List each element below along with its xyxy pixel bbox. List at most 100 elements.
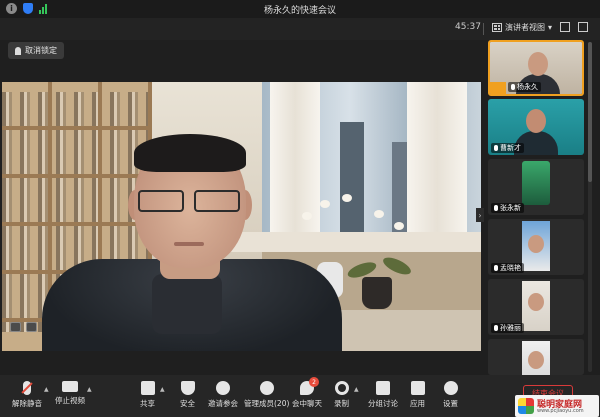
mic-icon xyxy=(494,325,498,331)
meeting-title: 杨永久的快速会议 xyxy=(263,5,336,16)
orchid-flower xyxy=(342,194,352,202)
participant-face xyxy=(528,235,544,253)
manage-members-label: 管理成员(20) xyxy=(244,399,290,408)
watermark-logo-icon xyxy=(518,398,534,414)
security-shield-icon[interactable] xyxy=(23,3,33,14)
chat-icon: 2 xyxy=(300,377,319,395)
apps-button[interactable]: 应用 xyxy=(410,381,425,409)
invite-button[interactable]: 邀请参会 xyxy=(208,381,238,409)
unmute-button[interactable]: 解除静音 xyxy=(12,381,42,409)
unmute-label: 解除静音 xyxy=(12,399,42,408)
sidebar-toggle-icon[interactable] xyxy=(578,22,588,32)
video-overlay-controls xyxy=(10,322,37,332)
breakout-rooms-icon xyxy=(376,381,390,395)
fullscreen-icon[interactable] xyxy=(560,22,570,32)
speaker-view-button[interactable]: 演讲者视图 ▾ xyxy=(492,22,552,33)
participant-face xyxy=(526,109,546,133)
participant-name-tag: 曹新才 xyxy=(491,143,524,153)
curtain xyxy=(407,82,467,247)
meeting-topbar: 45:37 演讲者视图 ▾ xyxy=(0,18,600,40)
cancel-lock-label: 取消锁定 xyxy=(25,46,57,55)
topbar-window-icons xyxy=(560,22,588,32)
video-options-caret-icon[interactable]: ▲ xyxy=(87,386,92,393)
pin-icon xyxy=(15,46,21,55)
audio-options-caret-icon[interactable]: ▲ xyxy=(44,386,49,393)
speaker-glasses xyxy=(138,190,242,214)
cancel-lock-button[interactable]: 取消锁定 xyxy=(8,42,64,59)
members-icon xyxy=(259,381,274,395)
manage-members-button[interactable]: 管理成员(20) xyxy=(244,381,289,409)
security-label: 安全 xyxy=(180,399,195,408)
chat-unread-badge: 2 xyxy=(309,377,319,387)
share-button[interactable]: 共享 xyxy=(140,381,155,409)
plant-pot xyxy=(362,277,392,309)
participant-name: 曹新才 xyxy=(500,144,521,152)
participant-name-tag: 杨永久 xyxy=(508,82,541,92)
glasses-lens xyxy=(194,190,240,212)
record-button[interactable]: 录制 xyxy=(334,381,349,409)
participant-tile[interactable]: 曹新才 xyxy=(488,99,584,155)
mic-icon xyxy=(494,205,498,211)
chat-button[interactable]: 2 会中聊天 xyxy=(292,377,322,409)
participant-tile[interactable]: 孟晓艳 xyxy=(488,219,584,275)
topbar-divider xyxy=(483,23,484,35)
stop-video-button[interactable]: 停止视频 xyxy=(55,381,85,406)
titlebar-status-icons: i xyxy=(6,3,47,14)
speaker-hair xyxy=(134,134,246,172)
info-icon[interactable]: i xyxy=(6,3,17,14)
site-watermark: 聪明家庭网 www.pcjiaoyu.com xyxy=(515,395,599,417)
settings-label: 设置 xyxy=(443,399,458,408)
network-signal-icon[interactable] xyxy=(39,3,47,14)
grid-view-icon xyxy=(492,23,502,32)
orchid-flower xyxy=(394,222,404,230)
mic-icon xyxy=(494,265,498,271)
mic-icon xyxy=(494,145,498,151)
apps-label: 应用 xyxy=(410,399,425,408)
participant-video-thumbnail xyxy=(522,161,550,205)
chevron-down-icon: ▾ xyxy=(548,23,553,32)
breakout-rooms-button[interactable]: 分组讨论 xyxy=(368,381,398,409)
orchid-flower xyxy=(374,210,384,218)
share-options-caret-icon[interactable]: ▲ xyxy=(160,386,165,393)
participant-scrollbar[interactable] xyxy=(588,42,592,372)
muted-mic-icon xyxy=(23,381,31,395)
record-icon xyxy=(334,381,349,395)
participant-name: 张永新 xyxy=(500,204,521,212)
share-label: 共享 xyxy=(140,399,155,408)
participant-name: 孟晓艳 xyxy=(500,264,521,272)
participant-face xyxy=(528,293,544,311)
window-titlebar: i 杨永久的快速会议 xyxy=(0,0,600,18)
scrollbar-thumb[interactable] xyxy=(588,42,592,182)
record-options-caret-icon[interactable]: ▲ xyxy=(354,386,359,393)
camera-switch-icon[interactable] xyxy=(10,322,21,332)
participant-name: 杨永久 xyxy=(517,83,538,91)
chat-bubble-icon[interactable] xyxy=(26,322,37,332)
speaker-collar xyxy=(152,274,222,334)
watermark-url: www.pcjiaoyu.com xyxy=(537,408,584,414)
main-speaker-video[interactable] xyxy=(2,82,481,351)
collapse-panel-arrow-icon[interactable]: › xyxy=(476,208,484,222)
meeting-timer: 45:37 xyxy=(455,22,481,32)
participant-face xyxy=(528,52,548,76)
add-user-icon xyxy=(216,381,230,395)
glasses-lens xyxy=(138,190,184,212)
settings-button[interactable]: 设置 xyxy=(443,381,458,409)
participant-name-tag: 孙雅丽 xyxy=(491,323,524,333)
participant-tile[interactable]: 孙雅丽 xyxy=(488,279,584,335)
participant-tile[interactable]: 杨永久 xyxy=(488,40,584,96)
apps-grid-icon xyxy=(410,381,425,395)
building xyxy=(340,122,364,242)
participant-panel: 杨永久 曹新才 张永新 孟晓艳 孙雅丽 xyxy=(485,40,600,375)
participant-name-tag: 孟晓艳 xyxy=(491,263,524,273)
security-button[interactable]: 安全 xyxy=(180,381,195,409)
participant-tile[interactable] xyxy=(488,339,584,375)
invite-label: 邀请参会 xyxy=(208,399,238,408)
hand-raise-icon xyxy=(490,82,506,94)
participant-tile[interactable]: 张永新 xyxy=(488,159,584,215)
speaker-person xyxy=(42,134,342,351)
video-camera-icon xyxy=(62,381,78,392)
shield-icon xyxy=(180,381,195,395)
participant-face xyxy=(528,351,544,369)
share-screen-icon xyxy=(140,381,155,395)
speaker-mouth xyxy=(174,242,204,246)
